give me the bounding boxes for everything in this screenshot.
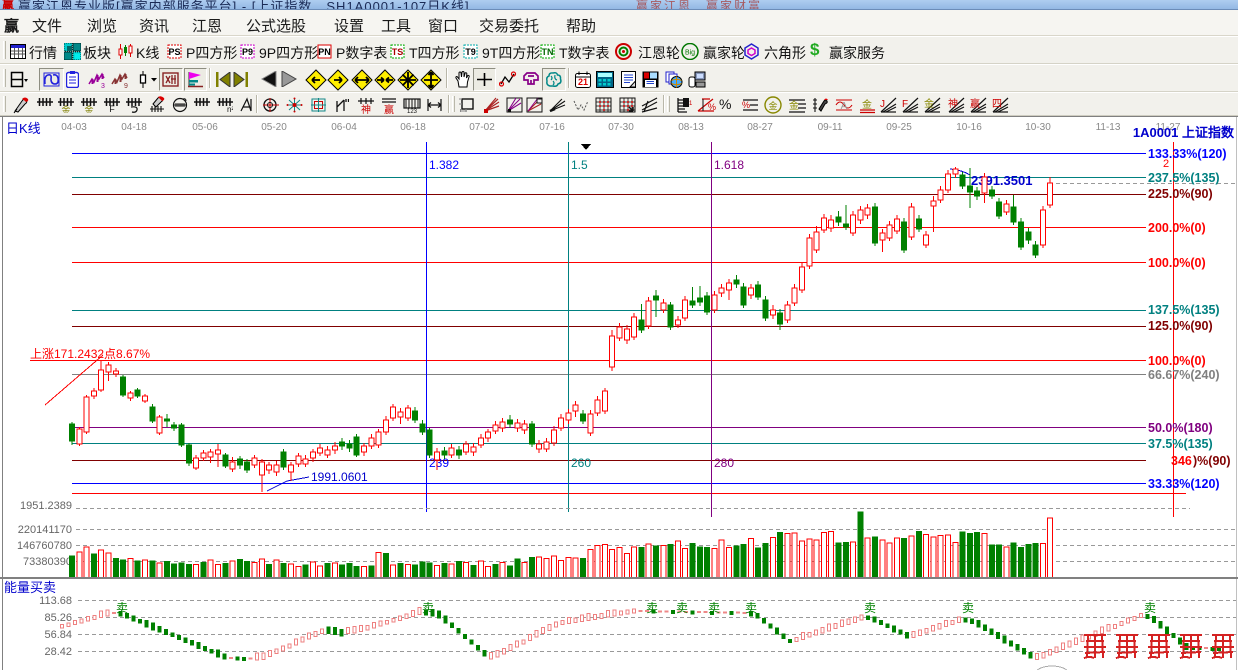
svg-text:1A0001 上证指数: 1A0001 上证指数 <box>1133 125 1235 140</box>
svg-text:225.0%(90): 225.0%(90) <box>1148 187 1213 201</box>
svg-text:%: % <box>742 100 750 110</box>
svg-text:28.42: 28.42 <box>44 646 72 658</box>
svg-text:123: 123 <box>689 101 692 107</box>
svg-text:卖: 卖 <box>1144 601 1156 615</box>
svg-text:%: % <box>708 102 716 112</box>
svg-text:金: 金 <box>768 100 777 111</box>
svg-text:04-03: 04-03 <box>61 122 87 133</box>
svg-text:50.0%(180): 50.0%(180) <box>1148 421 1213 435</box>
svg-text:09-11: 09-11 <box>818 122 843 133</box>
svg-text:11-13: 11-13 <box>1096 122 1121 133</box>
svg-text:T9: T9 <box>465 47 476 57</box>
svg-text:神: 神 <box>948 97 958 110</box>
svg-text:A: A <box>841 101 848 112</box>
svg-text:06-18: 06-18 <box>400 122 426 133</box>
svg-text:1.5: 1.5 <box>571 158 588 172</box>
svg-text:TS: TS <box>392 47 404 57</box>
svg-text:346: 346 <box>1171 454 1192 468</box>
svg-text:08-27: 08-27 <box>747 122 773 133</box>
svg-text:卖: 卖 <box>745 601 757 615</box>
svg-text:2: 2 <box>1163 158 1169 170</box>
svg-text:金: 金 <box>789 99 799 112</box>
svg-text:PN: PN <box>318 47 331 57</box>
svg-text:TN: TN <box>542 47 554 57</box>
svg-text:赢: 赢 <box>384 103 394 114</box>
svg-text:金: 金 <box>84 104 93 113</box>
svg-text:21: 21 <box>578 77 588 87</box>
svg-text:66.67%(240): 66.67%(240) <box>1148 368 1220 382</box>
svg-text:100.0%(0): 100.0%(0) <box>1148 256 1206 270</box>
svg-text:1951.2389: 1951.2389 <box>20 500 72 512</box>
svg-text:F: F <box>902 99 908 110</box>
svg-text:J: J <box>880 99 885 110</box>
svg-text:06-04: 06-04 <box>331 122 357 133</box>
svg-text:2391.3501: 2391.3501 <box>971 173 1032 188</box>
svg-text:137.5%(135): 137.5%(135) <box>1148 303 1220 317</box>
svg-text:)%(90): )%(90) <box>1193 454 1231 468</box>
svg-text:卖: 卖 <box>708 601 720 615</box>
svg-text:280: 280 <box>714 456 734 470</box>
svg-text:10-16: 10-16 <box>956 122 982 133</box>
svg-text:10-30: 10-30 <box>1025 122 1051 133</box>
svg-text:100.0%(0): 100.0%(0) <box>1148 354 1206 368</box>
svg-text:125.0%(90): 125.0%(90) <box>1148 319 1213 333</box>
svg-text:37.5%(135): 37.5%(135) <box>1148 437 1213 451</box>
svg-text:05-06: 05-06 <box>192 122 218 133</box>
svg-text:n²: n² <box>227 105 233 113</box>
svg-text:神: 神 <box>361 103 371 114</box>
svg-text:上涨171.2432点8.67%: 上涨171.2432点8.67% <box>30 346 150 361</box>
svg-text:赢: 赢 <box>970 97 980 110</box>
svg-text:能量买卖: 能量买卖 <box>4 580 56 595</box>
svg-text:卖: 卖 <box>646 601 658 615</box>
svg-text:四: 四 <box>992 99 1002 110</box>
svg-text:07-02: 07-02 <box>469 122 495 133</box>
svg-text:1.618: 1.618 <box>714 158 744 172</box>
svg-text:F: F <box>109 104 115 113</box>
svg-text:123: 123 <box>407 109 418 113</box>
svg-text:1991.0601: 1991.0601 <box>311 470 368 484</box>
svg-text:卖: 卖 <box>962 601 974 615</box>
svg-text:08-13: 08-13 <box>678 122 704 133</box>
svg-text:金: 金 <box>61 104 70 113</box>
svg-text:金: 金 <box>862 98 872 111</box>
svg-text:9: 9 <box>124 83 128 88</box>
svg-text:卖: 卖 <box>422 601 434 615</box>
svg-text:P9: P9 <box>242 47 253 57</box>
svg-text:卖: 卖 <box>864 601 876 615</box>
svg-text:237.5%(135): 237.5%(135) <box>1148 171 1220 185</box>
svg-text:56.84: 56.84 <box>44 629 72 641</box>
svg-text:133.33%(120): 133.33%(120) <box>1148 147 1227 161</box>
svg-text:日K线: 日K线 <box>6 121 41 136</box>
svg-text:05-20: 05-20 <box>261 122 287 133</box>
svg-text:3: 3 <box>101 83 105 88</box>
svg-text:卖: 卖 <box>676 601 688 615</box>
svg-text:07-30: 07-30 <box>608 122 634 133</box>
svg-text:85.26: 85.26 <box>44 612 72 624</box>
svg-text:260: 260 <box>571 456 591 470</box>
svg-text:146760780: 146760780 <box>17 540 72 552</box>
svg-text:07-16: 07-16 <box>539 122 565 133</box>
svg-text:33.33%(120): 33.33%(120) <box>1148 477 1220 491</box>
svg-text:Big: Big <box>685 50 695 57</box>
svg-text:卖: 卖 <box>116 601 128 615</box>
svg-text:1.382: 1.382 <box>429 158 459 172</box>
svg-text:PS: PS <box>168 47 180 57</box>
svg-text:220141170: 220141170 <box>18 524 72 536</box>
svg-text:200.0%(0): 200.0%(0) <box>1148 221 1206 235</box>
svg-text:09-25: 09-25 <box>886 122 912 133</box>
svg-text:113.68: 113.68 <box>39 595 72 607</box>
svg-text:金: 金 <box>924 97 934 110</box>
svg-text:04-18: 04-18 <box>121 122 147 133</box>
svg-text:73380390: 73380390 <box>23 556 72 568</box>
